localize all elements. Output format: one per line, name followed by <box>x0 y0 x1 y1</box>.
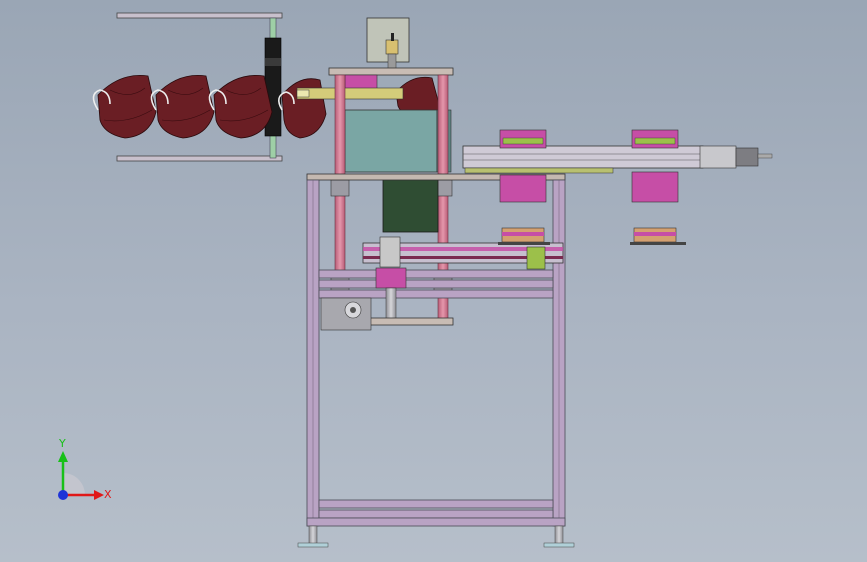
top-actuator <box>328 17 454 90</box>
roller-band <box>265 58 281 66</box>
x-axis-label: X <box>104 488 112 501</box>
upper-guide-bar <box>116 12 283 19</box>
leveling-feet <box>297 525 575 548</box>
orientation-triad[interactable]: Y X <box>40 435 130 515</box>
pusher-arm <box>296 87 404 100</box>
cad-viewport[interactable]: Y X <box>0 0 867 562</box>
mask-item <box>92 75 157 139</box>
mask-item <box>150 75 215 139</box>
z-axis-point-icon <box>58 490 68 500</box>
drive-motor <box>382 177 439 233</box>
lower-guide-bar <box>116 155 283 162</box>
main-housing <box>344 109 438 173</box>
mask-item <box>208 75 273 139</box>
middle-linear-guide <box>362 236 564 321</box>
y-axis-label: Y <box>58 437 66 450</box>
right-linear-module <box>462 129 773 245</box>
mask-item <box>278 78 327 139</box>
machine-assembly-view[interactable] <box>0 0 867 562</box>
top-plate <box>328 67 454 76</box>
